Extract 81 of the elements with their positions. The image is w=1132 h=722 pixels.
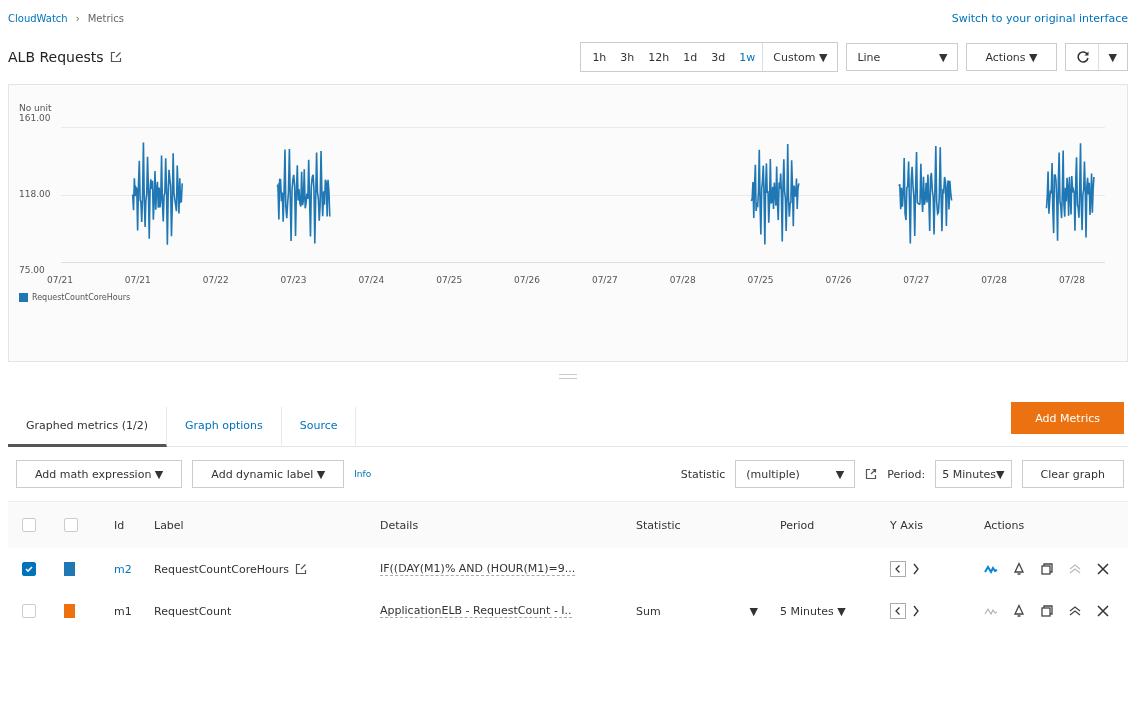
time-range-button[interactable]: 1d — [676, 43, 705, 71]
x-tick-label: 07/28 — [981, 275, 1008, 285]
x-tick-label: 07/25 — [747, 275, 774, 285]
breadcrumb-item[interactable]: CloudWatch — [8, 12, 68, 24]
x-tick-label: 07/21 — [47, 275, 73, 285]
x-tick-label: 07/23 — [280, 275, 307, 285]
add-dynamic-label-button[interactable]: Add dynamic label ▼ — [192, 460, 345, 488]
column-header: Details — [380, 518, 419, 532]
metric-id: m1 — [114, 604, 132, 618]
y-tick-label: 161.00 — [19, 113, 52, 123]
x-tick-label: 07/24 — [358, 275, 385, 285]
period-label: Period: — [887, 467, 926, 481]
column-header: Period — [780, 518, 815, 532]
right-axis-icon[interactable] — [912, 562, 920, 576]
refresh-icon[interactable] — [1075, 50, 1090, 64]
x-tick-label: 07/26 — [514, 275, 540, 285]
column-header: Id — [114, 518, 125, 532]
line-chart-icon[interactable] — [984, 563, 998, 575]
external-link-icon[interactable] — [865, 468, 878, 480]
check-icon — [24, 564, 34, 574]
close-icon[interactable] — [1096, 604, 1110, 618]
time-range-button[interactable]: 3d — [704, 43, 733, 71]
info-link[interactable]: Info — [354, 469, 372, 479]
clear-graph-button[interactable]: Clear graph — [1021, 460, 1124, 488]
x-tick-label: 07/21 — [124, 275, 151, 285]
statistic-select[interactable]: (multiple) ▼ — [735, 460, 856, 488]
x-tick-label: 07/22 — [202, 275, 229, 285]
edit-icon[interactable] — [295, 563, 308, 575]
unit-label: No unit — [19, 103, 53, 113]
breadcrumb-item: Metrics — [87, 12, 124, 24]
period-select[interactable]: 5 Minutes▼ — [935, 460, 1012, 488]
duplicate-icon[interactable] — [1040, 604, 1054, 618]
period-value[interactable]: 5 Minutes ▼ — [780, 604, 846, 618]
breadcrumb-separator: › — [75, 12, 80, 24]
duplicate-icon[interactable] — [1040, 562, 1054, 576]
x-tick-label: 07/26 — [825, 275, 852, 285]
color-swatch[interactable] — [64, 562, 75, 576]
graph-type-select[interactable]: Line ▼ — [846, 43, 959, 71]
checkbox[interactable] — [22, 562, 36, 576]
left-axis-icon[interactable] — [890, 561, 906, 577]
tab[interactable]: Graphed metrics (1/2) — [8, 407, 167, 447]
time-range-button[interactable]: 3h — [613, 43, 642, 71]
metric-details[interactable]: ApplicationELB - RequestCount - I.. — [380, 604, 572, 618]
actions-button[interactable]: Actions ▼ — [966, 43, 1057, 71]
caret-icon[interactable]: ▼ — [749, 604, 758, 618]
bell-icon[interactable] — [1012, 604, 1026, 618]
dashboard-title: ALB Requests — [8, 49, 104, 65]
time-range-button[interactable]: 1w — [732, 43, 763, 71]
x-tick-label: 07/27 — [591, 275, 618, 285]
right-axis-icon[interactable] — [912, 604, 920, 618]
y-tick-label: 75.00 — [19, 265, 46, 275]
column-header: Y Axis — [890, 518, 924, 532]
y-tick-label: 118.00 — [19, 189, 52, 199]
column-header: Label — [154, 518, 184, 532]
move-up-icon[interactable] — [1068, 604, 1082, 618]
metric-label: RequestCountCoreHours — [154, 562, 290, 576]
color-swatch[interactable] — [64, 604, 75, 618]
statistic-value[interactable]: Sum — [636, 604, 661, 618]
add-math-expression-button[interactable]: Add math expression ▼ — [16, 460, 183, 488]
x-tick-label: 07/28 — [669, 275, 696, 285]
column-header: Statistic — [636, 518, 681, 532]
custom-range-button[interactable]: Custom ▼ — [762, 43, 838, 71]
time-range-button[interactable]: 1h — [585, 43, 614, 71]
metric-id[interactable]: m2 — [114, 562, 132, 576]
x-tick-label: 07/27 — [903, 275, 930, 285]
x-tick-label: 07/28 — [1058, 275, 1085, 285]
resize-handle[interactable] — [559, 373, 577, 379]
column-header: Actions — [984, 518, 1025, 532]
metric-label: RequestCount — [154, 604, 232, 618]
time-range-button[interactable]: 12h — [641, 43, 677, 71]
tab[interactable]: Source — [281, 407, 357, 447]
metric-details[interactable]: IF((DAY(M1)% AND (HOUR(M1)=9... — [380, 562, 576, 576]
bell-icon[interactable] — [1012, 562, 1026, 576]
edit-icon[interactable] — [109, 51, 122, 63]
left-axis-icon[interactable] — [890, 603, 906, 619]
x-tick-label: 07/25 — [436, 275, 463, 285]
legend-label: RequestCountCoreHours — [32, 293, 131, 302]
tab[interactable]: Graph options — [166, 407, 282, 447]
close-icon[interactable] — [1096, 562, 1110, 576]
switch-interface-link[interactable]: Switch to your original interface — [951, 11, 1128, 25]
statistic-label: Statistic — [680, 467, 726, 481]
